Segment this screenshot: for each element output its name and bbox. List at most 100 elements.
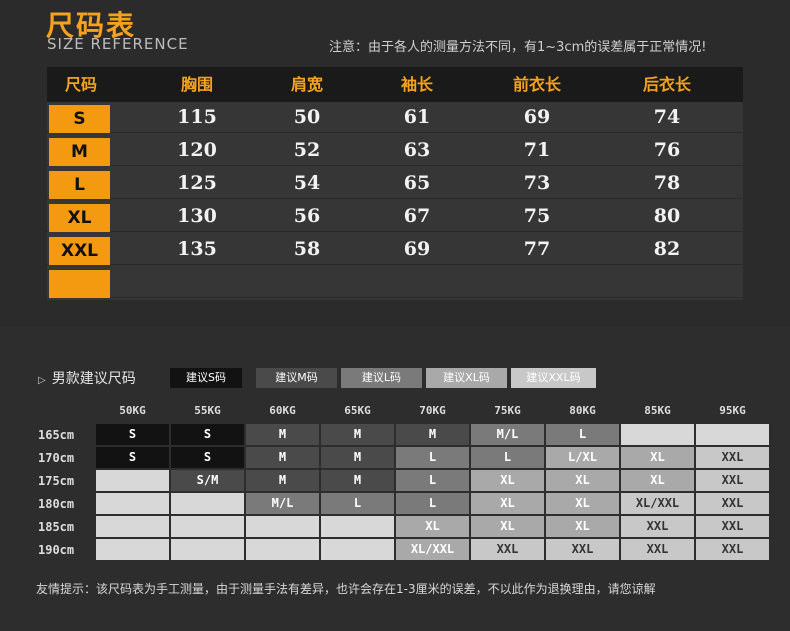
weight-header: 55KG (194, 404, 221, 417)
size-recommendation-cell: M (246, 470, 319, 491)
size-recommendation-cell: L (396, 470, 469, 491)
recommend-title-text: 男款建议尺码 (51, 371, 136, 387)
size-recommendation-cell: M (321, 447, 394, 468)
size-value: 77 (523, 238, 551, 260)
weight-header: 95KG (719, 404, 746, 417)
size-recommendation-cell: S (171, 424, 244, 445)
size-value: 69 (403, 238, 431, 260)
size-table-header: 尺码 胸围 肩宽 袖长 前衣长 后衣长 (47, 67, 743, 102)
weight-header: 65KG (344, 404, 371, 417)
size-recommendation-cell: XXL (471, 539, 544, 560)
size-label: L (49, 171, 110, 199)
size-value: 120 (177, 139, 217, 161)
triangle-icon: ▷ (38, 375, 46, 386)
size-value: 65 (403, 172, 431, 194)
size-value: 74 (653, 106, 681, 128)
size-value: 75 (523, 205, 551, 227)
size-recommendation-cell: S (96, 447, 169, 468)
size-recommendation-cell: M/L (246, 493, 319, 514)
weight-header: 85KG (644, 404, 671, 417)
size-recommendation-cell: M (246, 424, 319, 445)
size-recommendation-cell (246, 516, 319, 537)
measurement-note: 注意：由于各人的测量方法不同，有1~3cm的误差属于正常情况! (329, 40, 707, 55)
size-value: 76 (653, 139, 681, 161)
size-value: 61 (403, 106, 431, 128)
size-recommendation-cell: L (321, 493, 394, 514)
size-value (147, 267, 247, 298)
size-table: 尺码 胸围 肩宽 袖长 前衣长 后衣长 S 115 50 61 69 74 M 120 52 63… (47, 67, 743, 300)
size-value: 58 (293, 238, 321, 260)
size-recommendation-cell: S (96, 424, 169, 445)
size-recommendation-cell (96, 470, 169, 491)
size-value: 135 (177, 238, 217, 260)
footer-note: 友情提示：该尺码表为手工测量，由于测量手法有差异，也许会存在1-3厘米的误差，不… (36, 582, 656, 596)
legend-item: 建议XL码 (426, 368, 507, 388)
size-value: 78 (653, 172, 681, 194)
size-recommendation-cell (321, 516, 394, 537)
size-recommendation-cell (171, 539, 244, 560)
size-row: XXL 135 58 69 77 82 (47, 234, 743, 265)
size-recommendation-cell: XL (546, 470, 619, 491)
size-label: XXL (49, 237, 110, 265)
size-recommendation-cell (96, 493, 169, 514)
size-recommendation-cell: XL (546, 493, 619, 514)
header-shoulder: 肩宽 (290, 75, 323, 94)
size-label: S (49, 105, 110, 133)
height-label: 190cm (38, 543, 75, 557)
header-chest: 胸围 (180, 75, 213, 94)
recommend-title: ▷ 男款建议尺码 (38, 368, 136, 388)
size-row: S 115 50 61 69 74 (47, 102, 743, 133)
size-value (367, 267, 467, 298)
height-label: 180cm (38, 497, 75, 511)
size-value (257, 267, 357, 298)
size-value: 130 (177, 205, 217, 227)
size-value: 67 (403, 205, 431, 227)
size-recommendation-cell: XL/XXL (621, 493, 694, 514)
size-recommendation-cell (96, 539, 169, 560)
page-subtitle: SIZE REFERENCE (47, 35, 189, 53)
weight-header: 70KG (419, 404, 446, 417)
size-recommendation-cell: XXL (621, 539, 694, 560)
size-recommendation-cell: XL (471, 516, 544, 537)
size-recommendation-cell: M (396, 424, 469, 445)
height-label: 170cm (38, 451, 75, 465)
legend-item: 建议L码 (341, 368, 422, 388)
size-value: 52 (293, 139, 321, 161)
size-recommendation-cell: L (471, 447, 544, 468)
size-recommendation-cell: XL (396, 516, 469, 537)
header-sleeve: 袖长 (400, 75, 433, 94)
size-recommendation-cell: M (321, 470, 394, 491)
size-recommendation-cell: M (246, 447, 319, 468)
size-label: M (49, 138, 110, 166)
size-value (617, 267, 717, 298)
size-label: XL (49, 204, 110, 232)
size-recommendation-cell (321, 539, 394, 560)
size-recommendation-cell: L (546, 424, 619, 445)
size-value: 63 (403, 139, 431, 161)
size-value: 50 (293, 106, 321, 128)
size-recommendation-cell: L (396, 447, 469, 468)
height-label: 175cm (38, 474, 75, 488)
size-row (47, 267, 743, 298)
size-row: XL 130 56 67 75 80 (47, 201, 743, 232)
size-value: 69 (523, 106, 551, 128)
legend-item: 建议S码 (170, 368, 242, 388)
size-value (487, 267, 587, 298)
header-size: 尺码 (64, 75, 97, 94)
size-recommendation-cell: XXL (696, 470, 769, 491)
size-value: 125 (177, 172, 217, 194)
size-recommendation-cell: S/M (171, 470, 244, 491)
size-recommendation-cell: XXL (696, 447, 769, 468)
size-value: 80 (653, 205, 681, 227)
size-recommendation-cell: XL (546, 516, 619, 537)
weight-header: 75KG (494, 404, 521, 417)
weight-header: 50KG (119, 404, 146, 417)
size-recommendation-cell: XXL (696, 493, 769, 514)
size-recommendation-cell (171, 516, 244, 537)
size-recommendation-cell: XXL (546, 539, 619, 560)
size-value: 115 (177, 106, 217, 128)
size-recommendation-cell (171, 493, 244, 514)
size-recommendation-cell: XL (471, 470, 544, 491)
size-recommendation-cell: XXL (696, 516, 769, 537)
legend-item: 建议XXL码 (511, 368, 596, 388)
